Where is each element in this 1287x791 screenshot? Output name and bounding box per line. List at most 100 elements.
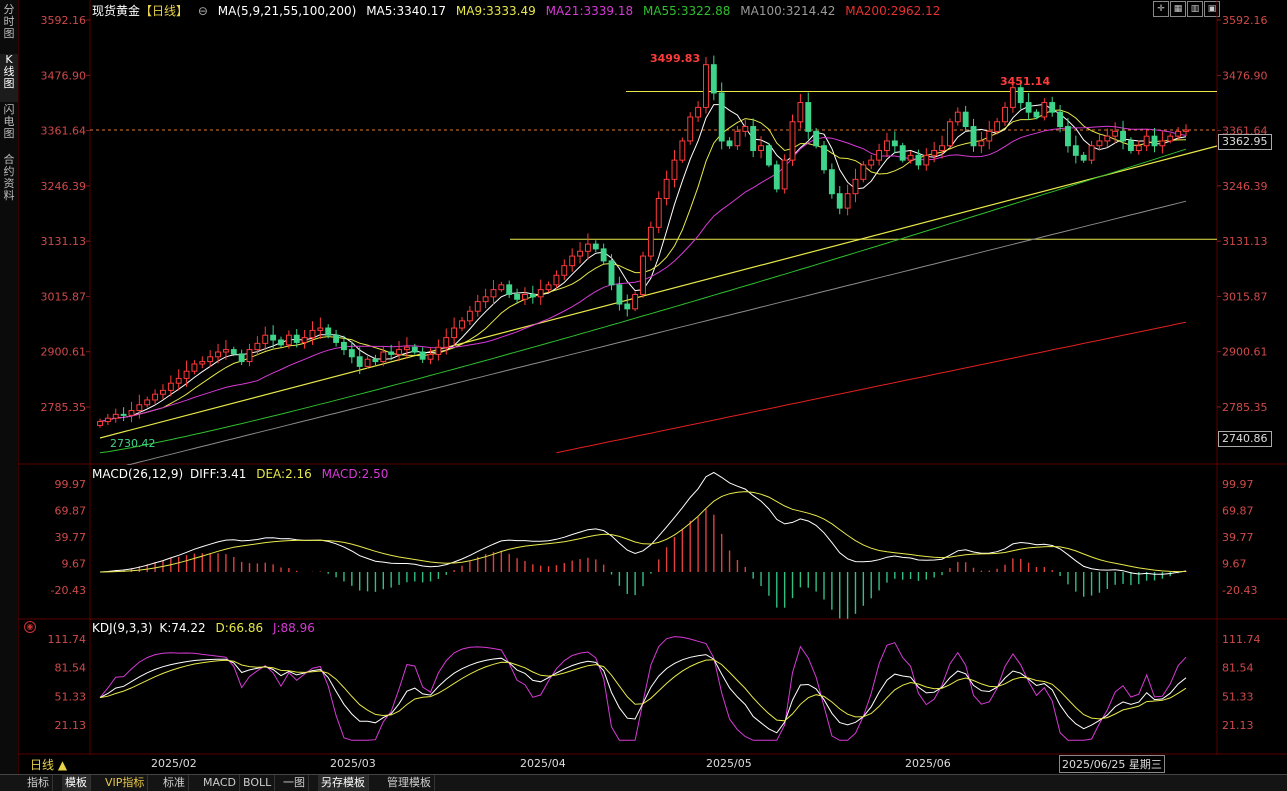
- candle: [750, 118, 757, 158]
- candlestick-chart[interactable]: 3592.16 3476.90 3361.64 3246.39 3131.13 3015.…: [0, 0, 1287, 465]
- candle: [1002, 102, 1008, 126]
- candle: [183, 360, 190, 387]
- macd-tick-left: 9.67: [62, 558, 87, 571]
- candle: [978, 131, 985, 154]
- candle: [262, 326, 269, 351]
- candle: [616, 276, 623, 311]
- candle: [805, 92, 812, 140]
- candle: [765, 142, 772, 168]
- bottom-price-box: 2740.86: [1218, 431, 1272, 447]
- candle: [529, 285, 536, 304]
- candle: [781, 154, 788, 194]
- candle: [451, 317, 458, 347]
- candle: [844, 184, 851, 216]
- candle: [506, 280, 513, 298]
- price-tick-left: 3015.87: [41, 290, 87, 303]
- macd-tick-right: 69.87: [1222, 505, 1254, 518]
- high2-annotation: 3451.14: [1000, 75, 1050, 88]
- candle: [679, 137, 686, 163]
- candle: [954, 107, 961, 126]
- candle: [498, 281, 505, 292]
- candle: [1072, 135, 1079, 164]
- candle: [632, 291, 639, 312]
- candle: [333, 329, 340, 347]
- candle: [1183, 124, 1189, 136]
- price-tick-left: 2785.35: [41, 401, 87, 414]
- candle: [1143, 129, 1150, 152]
- candle: [962, 105, 969, 132]
- candle: [104, 413, 111, 426]
- candle: [403, 337, 410, 358]
- macd-tick-right: 39.77: [1222, 531, 1254, 544]
- ma55-line: [99, 148, 1187, 454]
- candle: [238, 349, 245, 366]
- candle: [160, 384, 166, 400]
- kdj-tick-left: 111.74: [48, 633, 87, 646]
- macd-tick-left: 39.77: [55, 531, 87, 544]
- candle: [569, 248, 576, 272]
- candle: [970, 118, 977, 152]
- candle: [742, 119, 749, 137]
- kdj-tick-right: 111.74: [1222, 633, 1261, 646]
- candle: [120, 407, 127, 422]
- macd-dea-line: [99, 491, 1187, 573]
- tab-manage-template[interactable]: 管理模板: [384, 775, 435, 791]
- price-tick-right: 2785.35: [1222, 401, 1268, 414]
- candle: [522, 287, 528, 305]
- price-tick-left: 2900.61: [41, 346, 87, 359]
- kdj-tick-left: 21.13: [55, 719, 87, 732]
- tab-template[interactable]: 模板: [62, 775, 91, 791]
- candle: [891, 131, 898, 154]
- price-tick-right: 2900.61: [1222, 346, 1268, 359]
- candle: [152, 389, 159, 404]
- candle: [876, 143, 883, 166]
- tab-indicator[interactable]: 指标: [24, 775, 53, 791]
- candle: [1049, 96, 1056, 117]
- candle: [474, 294, 481, 317]
- candle: [254, 336, 261, 356]
- candle: [1104, 128, 1111, 148]
- candle: [884, 132, 890, 158]
- indicator-tab-bar: 指标 模板 VIP指标 标准 MACD BOLL 一图 另存模板 管理模板: [0, 774, 1287, 791]
- tab-one-chart[interactable]: 一图: [280, 775, 309, 791]
- price-tick-left: 3361.64: [41, 125, 87, 138]
- tab-standard[interactable]: 标准: [160, 775, 189, 791]
- candle: [624, 294, 631, 317]
- tab-save-template[interactable]: 另存模板: [318, 775, 369, 791]
- candle: [537, 279, 544, 305]
- candle: [1135, 140, 1142, 155]
- candle: [647, 221, 654, 261]
- tab-vip-indicator[interactable]: VIP指标: [102, 775, 149, 791]
- candle: [813, 128, 820, 149]
- macd-tick-left: -20.43: [51, 584, 86, 597]
- candle: [655, 191, 662, 234]
- candle: [309, 321, 316, 345]
- high-annotation: 3499.83: [650, 52, 700, 65]
- candle: [821, 140, 827, 174]
- candle: [852, 168, 859, 203]
- candle: [640, 251, 646, 298]
- date-axis: 2025/02 2025/03 2025/04 2025/05 2025/06 …: [18, 754, 1287, 774]
- date-label-mar: 2025/03: [330, 757, 376, 770]
- candle: [144, 396, 151, 408]
- candle: [710, 55, 717, 101]
- candle: [773, 160, 780, 193]
- candle: [199, 356, 206, 369]
- candle: [97, 418, 103, 428]
- kdj-panel: 111.74 111.74 81.54 81.54 51.33 51.33 21.13 21.…: [18, 620, 1287, 755]
- candle: [797, 93, 804, 129]
- candle: [128, 401, 135, 423]
- candle: [726, 137, 733, 149]
- candle: [545, 281, 552, 293]
- macd-tick-right: -20.43: [1222, 584, 1257, 597]
- tab-macd[interactable]: MACD: [200, 775, 240, 791]
- candle: [278, 336, 284, 348]
- candle: [435, 339, 442, 361]
- candle: [923, 148, 930, 171]
- kdj-tick-left: 81.54: [55, 662, 87, 675]
- candle: [514, 288, 521, 304]
- candle: [592, 240, 599, 252]
- candle: [396, 340, 402, 362]
- tab-boll[interactable]: BOLL: [240, 775, 276, 791]
- candle: [946, 118, 953, 149]
